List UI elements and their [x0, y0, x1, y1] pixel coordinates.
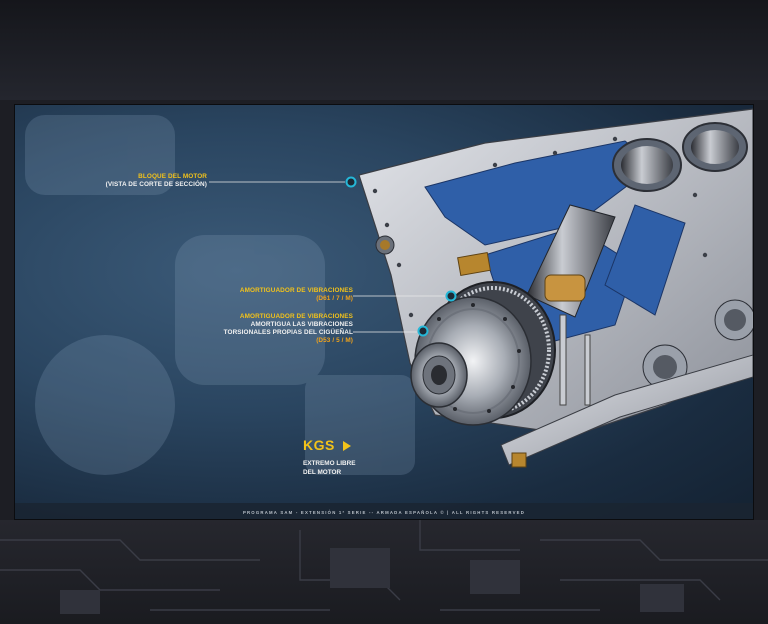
- callout-engine-block: BLOQUE DEL MOTOR (VISTA DE CORTE DE SECC…: [106, 173, 207, 189]
- kgs-subtitle-line1: EXTREMO LIBRE: [303, 460, 356, 467]
- marker-damper-2: [417, 325, 429, 337]
- engine-block-title: BLOQUE DEL MOTOR: [138, 173, 207, 180]
- damper-2-desc-line1: AMORTIGUA LAS VIBRACIONES: [250, 321, 353, 328]
- play-arrow-icon[interactable]: [343, 441, 351, 451]
- callout-damper-2: AMORTIGUADOR DE VIBRACIONES AMORTIGUA LA…: [224, 313, 353, 345]
- damper-2-title: AMORTIGUADOR DE VIBRACIONES: [239, 313, 353, 320]
- engine-block-subtitle: (VISTA DE CORTE DE SECCIÓN): [105, 181, 207, 188]
- kgs-title: KGS: [303, 437, 335, 453]
- top-background: [0, 0, 768, 100]
- marker-engine-block: [345, 176, 357, 188]
- damper-1-title: AMORTIGUADOR DE VIBRACIONES: [239, 287, 353, 294]
- diagram-panel: BLOQUE DEL MOTOR (VISTA DE CORTE DE SECC…: [14, 104, 754, 520]
- marker-damper-1: [445, 290, 457, 302]
- damper-1-code: (D61 / 7 / M): [316, 295, 353, 302]
- kgs-subtitle-line2: DEL MOTOR: [303, 469, 342, 476]
- damper-2-desc-line2: TORSIONALES PROPIAS DEL CIGÜEÑAL: [223, 329, 353, 336]
- callout-damper-1: AMORTIGUADOR DE VIBRACIONES (D61 / 7 / M…: [240, 287, 353, 303]
- footer-credits: PROGRAMA SAM - EXTENSIÓN 1ª SERIE -- ARM…: [242, 510, 526, 515]
- damper-2-code: (D53 / 5 / M): [316, 337, 353, 344]
- engine-block-drawing: [358, 108, 753, 468]
- kgs-subtitle: EXTREMO LIBRE DEL MOTOR: [303, 459, 356, 477]
- circuit-background: [0, 520, 768, 624]
